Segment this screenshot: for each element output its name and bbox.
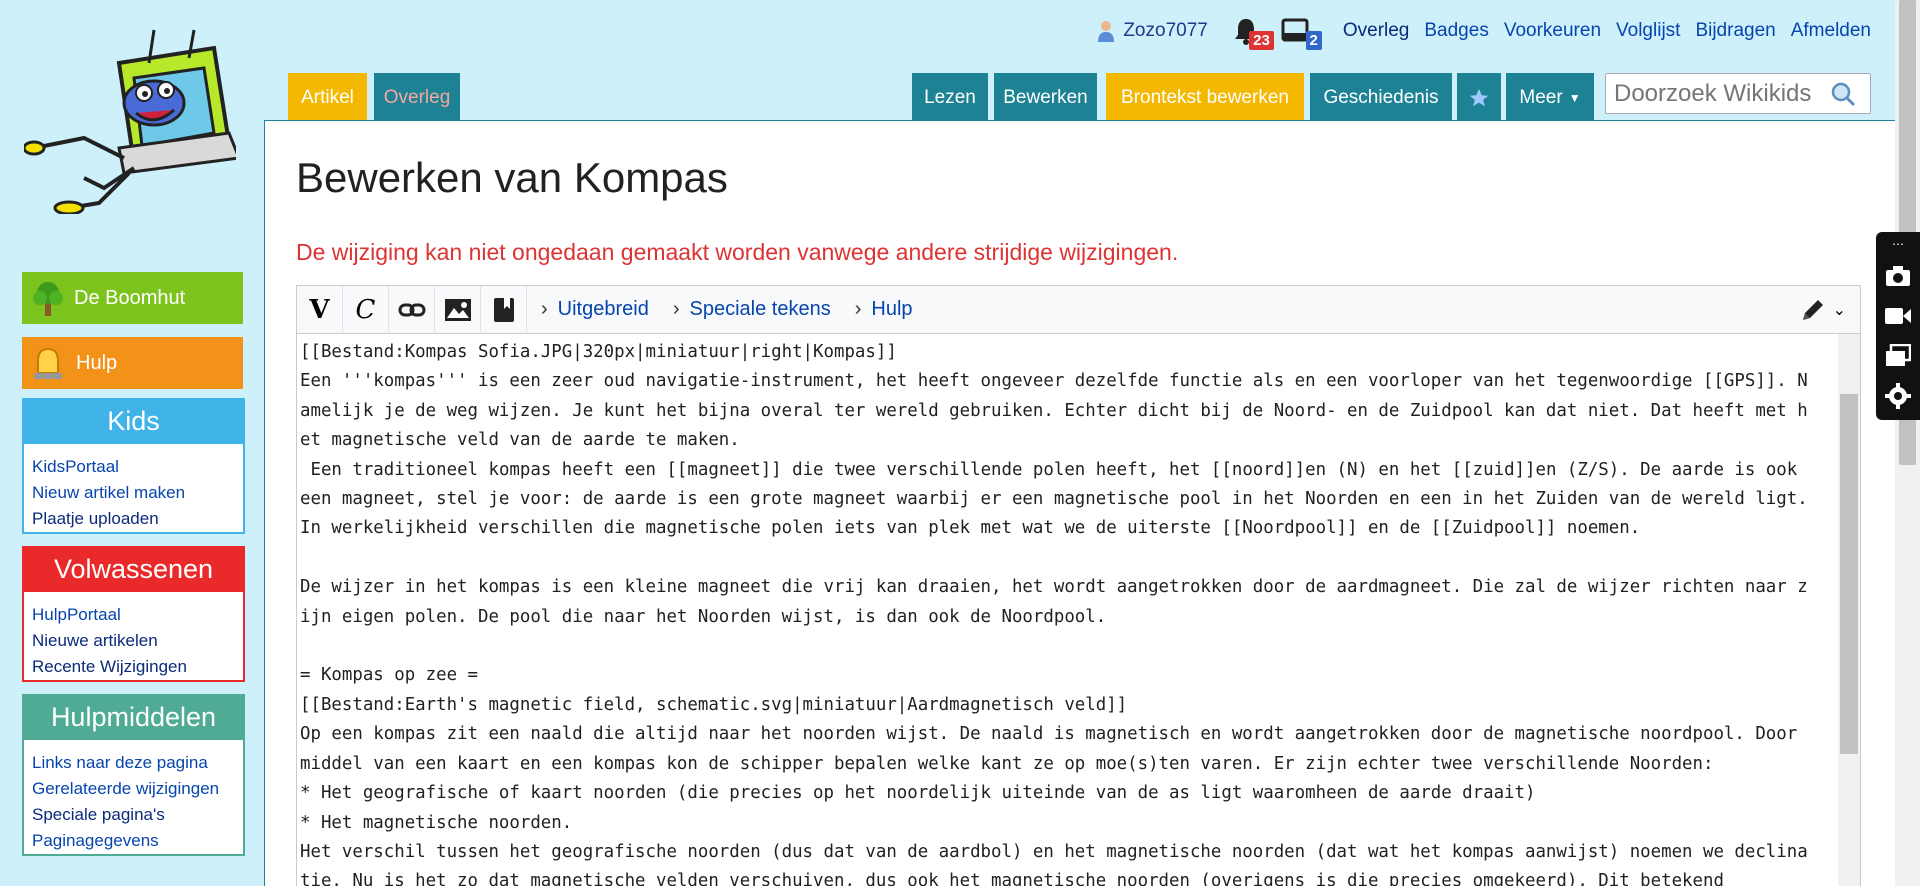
capture-toolbar: ⋯ <box>1876 232 1920 420</box>
italic-icon: C <box>355 294 376 325</box>
messages-badge: 2 <box>1305 31 1322 50</box>
star-icon <box>1469 88 1489 106</box>
tab-bewerken[interactable]: Bewerken <box>994 73 1097 122</box>
section-hulp-label: Hulp <box>871 298 913 320</box>
tab-meer[interactable]: Meer ▼ <box>1506 73 1594 122</box>
gear-icon <box>1885 383 1911 409</box>
editor-toolbar: V C › Uitgebreid › Speciale tekens › Hul… <box>297 285 1860 334</box>
textarea-scrollbar-thumb[interactable] <box>1840 394 1858 754</box>
username[interactable]: Zozo7077 <box>1123 20 1208 42</box>
window-capture-button[interactable] <box>1876 336 1920 376</box>
capture-menu-button[interactable]: ⋯ <box>1876 232 1920 256</box>
tab-lezen[interactable]: Lezen <box>912 73 988 122</box>
notifications-button[interactable]: 23 <box>1232 16 1274 50</box>
sidebar-item-links-naar[interactable]: Links naar deze pagina <box>32 753 208 772</box>
wikitext-textarea[interactable]: [[Bestand:Kompas Sofia.JPG|320px|miniatu… <box>297 334 1860 886</box>
sidebar-item-nieuw-artikel[interactable]: Nieuw artikel maken <box>32 483 185 502</box>
chevron-down-icon: ⌄ <box>1832 301 1846 319</box>
messages-button[interactable]: 2 <box>1280 16 1322 50</box>
image-button[interactable] <box>435 285 481 334</box>
meer-label: Meer <box>1519 86 1563 108</box>
volwassenen-box-title: Volwassenen <box>22 546 245 592</box>
page-title: Bewerken van Kompas <box>296 154 728 201</box>
page-scrollbar[interactable] <box>1895 0 1920 886</box>
sidebar-item-kidsportaal[interactable]: KidsPortaal <box>32 457 119 476</box>
hulp-label: Hulp <box>76 351 118 374</box>
chevron-right-icon: › <box>672 298 680 320</box>
wikitext-content[interactable]: [[Bestand:Kompas Sofia.JPG|320px|miniatu… <box>297 334 1840 886</box>
hulp-button[interactable]: Hulp <box>22 337 243 389</box>
section-uitgebreid[interactable]: › Uitgebreid <box>541 298 649 321</box>
wikikids-logo[interactable] <box>22 28 242 216</box>
image-icon <box>444 298 471 321</box>
tab-artikel[interactable]: Artikel <box>288 73 367 122</box>
kids-box-title: Kids <box>22 398 245 444</box>
personal-link-badges[interactable]: Badges <box>1424 20 1488 42</box>
reference-button[interactable] <box>481 285 527 334</box>
search-box <box>1605 73 1871 114</box>
content-area: Bewerken van Kompas De wijziging kan nie… <box>264 120 1895 886</box>
tab-overleg[interactable]: Overleg <box>374 73 460 122</box>
textarea-scrollbar[interactable] <box>1838 334 1860 886</box>
wikitext-editor: V C › Uitgebreid › Speciale tekens › Hul… <box>296 285 1861 886</box>
kids-box: Kids KidsPortaal Nieuw artikel maken Pla… <box>22 398 245 534</box>
sidebar-item-gerelateerde[interactable]: Gerelateerde wijzigingen <box>32 779 219 798</box>
record-video-button[interactable] <box>1876 296 1920 336</box>
boomhut-button[interactable]: De Boomhut <box>22 272 243 324</box>
user-link[interactable]: Zozo7077 <box>1097 20 1208 42</box>
bold-button[interactable]: V <box>297 285 343 334</box>
personal-link-voorkeuren[interactable]: Voorkeuren <box>1504 20 1601 42</box>
boomhut-label: De Boomhut <box>74 286 186 309</box>
pencil-icon <box>1802 299 1823 320</box>
tab-brontekst-bewerken[interactable]: Brontekst bewerken <box>1106 73 1304 122</box>
section-speciale-tekens[interactable]: › Speciale tekens <box>673 298 831 321</box>
link-icon <box>398 303 425 316</box>
user-icon <box>1098 21 1115 42</box>
siren-icon <box>34 347 62 379</box>
sidebar-item-speciale-paginas[interactable]: Speciale pagina's <box>32 805 165 824</box>
personal-link-bijdragen[interactable]: Bijdragen <box>1695 20 1775 42</box>
section-speciale-tekens-label: Speciale tekens <box>689 298 831 320</box>
volwassenen-box: Volwassenen HulpPortaal Nieuwe artikelen… <box>22 546 245 682</box>
video-camera-icon <box>1885 308 1911 324</box>
tree-icon <box>33 282 63 316</box>
personal-link-volglijst[interactable]: Volglijst <box>1616 20 1680 42</box>
bold-icon: V <box>309 294 330 325</box>
chevron-right-icon: › <box>541 298 548 320</box>
italic-button[interactable]: C <box>343 285 389 334</box>
camera-icon <box>1886 266 1910 286</box>
personal-link-overleg[interactable]: Overleg <box>1343 20 1410 42</box>
link-button[interactable] <box>389 285 435 334</box>
section-hulp[interactable]: › Hulp <box>855 298 913 321</box>
edit-warning: De wijziging kan niet ongedaan gemaakt w… <box>296 239 1179 265</box>
hulpmiddelen-box: Hulpmiddelen Links naar deze pagina Gere… <box>22 694 245 856</box>
sidebar-item-plaatje-uploaden[interactable]: Plaatje uploaden <box>32 509 159 528</box>
hulpmiddelen-box-title: Hulpmiddelen <box>22 694 245 740</box>
watch-star-button[interactable] <box>1457 73 1501 122</box>
more-icon: ⋯ <box>1892 237 1904 251</box>
screenshot-button[interactable] <box>1876 256 1920 296</box>
search-input[interactable] <box>1606 79 1826 108</box>
settings-button[interactable] <box>1876 376 1920 416</box>
search-icon[interactable] <box>1830 81 1856 107</box>
personal-link-afmelden[interactable]: Afmelden <box>1791 20 1871 42</box>
windows-icon <box>1886 344 1911 366</box>
personal-bar: Zozo7077 23 2 Overleg Badges Voorkeuren … <box>1097 16 1871 50</box>
editor-mode-switch[interactable]: ⌄ <box>1799 296 1860 324</box>
section-uitgebreid-label: Uitgebreid <box>557 298 649 320</box>
sidebar-item-nieuwe-artikelen[interactable]: Nieuwe artikelen <box>32 631 158 650</box>
book-icon <box>493 297 514 322</box>
notifications-badge: 23 <box>1249 31 1274 50</box>
sidebar-item-recente-wijzigingen[interactable]: Recente Wijzigingen <box>32 657 187 676</box>
caret-down-icon: ▼ <box>1568 90 1581 105</box>
chevron-right-icon: › <box>854 298 862 320</box>
sidebar-item-paginagegevens[interactable]: Paginagegevens <box>32 831 159 850</box>
sidebar-item-hulpportaal[interactable]: HulpPortaal <box>32 605 121 624</box>
tab-geschiedenis[interactable]: Geschiedenis <box>1310 73 1452 122</box>
